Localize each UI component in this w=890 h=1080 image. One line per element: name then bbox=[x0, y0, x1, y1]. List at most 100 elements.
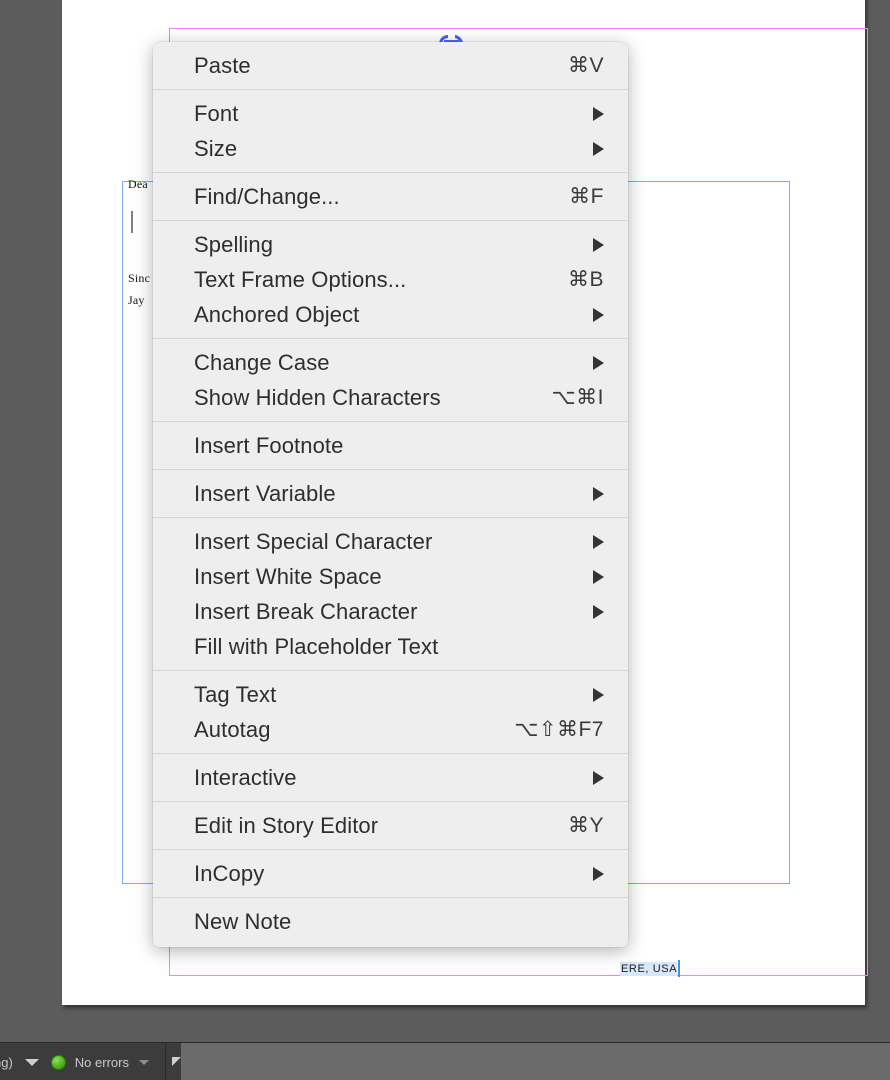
page-nav-arrow-icon[interactable] bbox=[171, 1056, 181, 1066]
menu-separator bbox=[153, 849, 628, 850]
menu-separator bbox=[153, 753, 628, 754]
menu-item-fill-with-placeholder-text[interactable]: Fill with Placeholder Text bbox=[153, 629, 628, 664]
preflight-dropdown-chevron-icon[interactable] bbox=[138, 1059, 149, 1065]
menu-item-change-case[interactable]: Change Case bbox=[153, 345, 628, 380]
menu-item-label: Edit in Story Editor bbox=[194, 812, 379, 838]
menu-item-tag-text[interactable]: Tag Text bbox=[153, 677, 628, 712]
menu-group-notes: New Note bbox=[153, 904, 628, 939]
menu-item-insert-white-space[interactable]: Insert White Space bbox=[153, 559, 628, 594]
submenu-arrow-icon bbox=[593, 237, 604, 252]
menu-item-shortcut: ⌘F bbox=[569, 185, 604, 208]
menu-group-frame: Spelling Text Frame Options... ⌘B Anchor… bbox=[153, 227, 628, 332]
preflight-errors-label: No errors bbox=[74, 1054, 129, 1070]
menu-item-shortcut: ⌘B bbox=[567, 268, 604, 291]
selection-caret bbox=[678, 960, 680, 977]
menu-item-shortcut: ⌥⌘I bbox=[551, 386, 604, 409]
text-insertion-caret bbox=[131, 211, 133, 233]
menu-item-autotag[interactable]: Autotag ⌥⇧⌘F7 bbox=[153, 712, 628, 747]
menu-group-case: Change Case Show Hidden Characters ⌥⌘I bbox=[153, 345, 628, 415]
menu-item-label: InCopy bbox=[194, 860, 265, 886]
menu-item-incopy[interactable]: InCopy bbox=[153, 856, 628, 891]
submenu-arrow-icon bbox=[593, 355, 604, 370]
submenu-arrow-icon bbox=[593, 569, 604, 584]
menu-item-label: New Note bbox=[194, 908, 292, 934]
menu-item-label: Insert Break Character bbox=[194, 598, 418, 624]
submenu-arrow-icon bbox=[593, 770, 604, 785]
menu-item-size[interactable]: Size bbox=[153, 131, 628, 166]
submenu-arrow-icon bbox=[593, 141, 604, 156]
menu-item-insert-break-character[interactable]: Insert Break Character bbox=[153, 594, 628, 629]
application-window: Dea Sinc Jay ERE, USA ng) No errors Past… bbox=[0, 0, 890, 1080]
document-text-line-2: Sinc bbox=[128, 271, 151, 285]
menu-item-shortcut: ⌥⇧⌘F7 bbox=[514, 718, 604, 741]
menu-item-font[interactable]: Font bbox=[153, 96, 628, 131]
zoom-dropdown-chevron-icon[interactable] bbox=[24, 1058, 39, 1066]
menu-item-paste[interactable]: Paste ⌘V bbox=[153, 48, 628, 83]
menu-group-type: Font Size bbox=[153, 96, 628, 166]
menu-item-label: Insert Footnote bbox=[194, 432, 344, 458]
menu-separator bbox=[153, 220, 628, 221]
menu-item-label: Spelling bbox=[194, 231, 274, 257]
menu-item-label: Change Case bbox=[194, 349, 330, 375]
status-bar: ng) No errors bbox=[0, 1042, 890, 1080]
menu-group-clipboard: Paste ⌘V bbox=[153, 48, 628, 83]
context-menu[interactable]: Paste ⌘V Font Size Find/Change... ⌘F Spe… bbox=[153, 42, 628, 947]
zoom-level-label: ng) bbox=[0, 1054, 13, 1070]
menu-item-label: Anchored Object bbox=[194, 301, 360, 327]
selected-text-run: ERE, USA bbox=[620, 962, 678, 976]
menu-item-insert-variable[interactable]: Insert Variable bbox=[153, 476, 628, 511]
menu-item-label: Text Frame Options... bbox=[194, 266, 407, 292]
menu-separator bbox=[153, 338, 628, 339]
menu-separator bbox=[153, 421, 628, 422]
submenu-arrow-icon bbox=[593, 687, 604, 702]
menu-item-find-change[interactable]: Find/Change... ⌘F bbox=[153, 179, 628, 214]
menu-group-interactive: Interactive bbox=[153, 760, 628, 795]
menu-item-interactive[interactable]: Interactive bbox=[153, 760, 628, 795]
menu-item-insert-footnote[interactable]: Insert Footnote bbox=[153, 428, 628, 463]
menu-item-label: Insert Variable bbox=[194, 480, 336, 506]
menu-separator bbox=[153, 172, 628, 173]
menu-group-footnote: Insert Footnote bbox=[153, 428, 628, 463]
menu-item-label: Tag Text bbox=[194, 681, 277, 707]
menu-item-label: Insert White Space bbox=[194, 563, 382, 589]
menu-item-spelling[interactable]: Spelling bbox=[153, 227, 628, 262]
menu-item-show-hidden-characters[interactable]: Show Hidden Characters ⌥⌘I bbox=[153, 380, 628, 415]
submenu-arrow-icon bbox=[593, 106, 604, 121]
status-divider bbox=[164, 1043, 166, 1080]
status-bar-filler bbox=[180, 1043, 890, 1080]
menu-group-story-editor: Edit in Story Editor ⌘Y bbox=[153, 808, 628, 843]
menu-item-label: Font bbox=[194, 100, 239, 126]
preflight-status-indicator-icon bbox=[50, 1054, 66, 1070]
document-text-line-1: Dea bbox=[128, 177, 148, 191]
menu-item-shortcut: ⌘V bbox=[567, 54, 604, 77]
menu-item-text-frame-options[interactable]: Text Frame Options... ⌘B bbox=[153, 262, 628, 297]
menu-separator bbox=[153, 897, 628, 898]
submenu-arrow-icon bbox=[593, 307, 604, 322]
menu-group-tagging: Tag Text Autotag ⌥⇧⌘F7 bbox=[153, 677, 628, 747]
menu-separator bbox=[153, 801, 628, 802]
menu-group-find: Find/Change... ⌘F bbox=[153, 179, 628, 214]
submenu-arrow-icon bbox=[593, 604, 604, 619]
menu-separator bbox=[153, 89, 628, 90]
menu-group-insert: Insert Special Character Insert White Sp… bbox=[153, 524, 628, 664]
submenu-arrow-icon bbox=[593, 486, 604, 501]
menu-item-insert-special-character[interactable]: Insert Special Character bbox=[153, 524, 628, 559]
menu-item-label: Fill with Placeholder Text bbox=[194, 633, 439, 659]
menu-separator bbox=[153, 517, 628, 518]
menu-item-label: Autotag bbox=[194, 716, 271, 742]
menu-separator bbox=[153, 670, 628, 671]
menu-item-edit-in-story-editor[interactable]: Edit in Story Editor ⌘Y bbox=[153, 808, 628, 843]
menu-item-shortcut: ⌘Y bbox=[567, 814, 604, 837]
menu-item-label: Find/Change... bbox=[194, 183, 340, 209]
menu-item-new-note[interactable]: New Note bbox=[153, 904, 628, 939]
menu-item-label: Insert Special Character bbox=[194, 528, 433, 554]
menu-group-variable: Insert Variable bbox=[153, 476, 628, 511]
submenu-arrow-icon bbox=[593, 534, 604, 549]
menu-item-label: Size bbox=[194, 135, 238, 161]
menu-group-incopy: InCopy bbox=[153, 856, 628, 891]
menu-item-anchored-object[interactable]: Anchored Object bbox=[153, 297, 628, 332]
document-text-line-3: Jay bbox=[128, 293, 145, 307]
menu-separator bbox=[153, 469, 628, 470]
menu-item-label: Paste bbox=[194, 52, 251, 78]
menu-item-label: Show Hidden Characters bbox=[194, 384, 441, 410]
